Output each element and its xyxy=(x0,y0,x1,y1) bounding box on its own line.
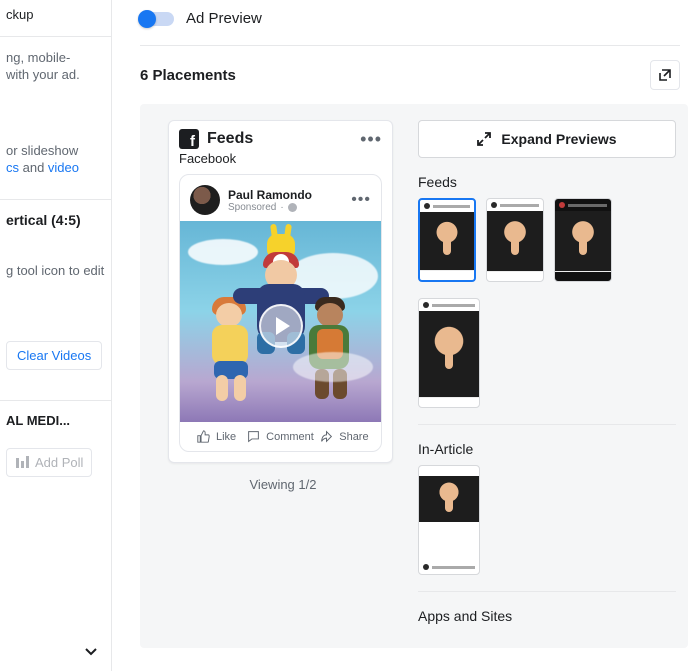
section-apps-label: Apps and Sites xyxy=(418,608,676,624)
ad-preview-toggle[interactable] xyxy=(140,12,174,26)
share-button[interactable]: Share xyxy=(314,430,375,443)
post-frame: Paul Ramondo Sponsored · ••• xyxy=(179,174,382,452)
play-icon[interactable] xyxy=(259,304,303,348)
globe-icon xyxy=(288,203,297,212)
placement-thumb[interactable] xyxy=(554,198,612,282)
ratio-heading: ertical (4:5) xyxy=(0,212,111,228)
placement-thumb[interactable] xyxy=(418,198,476,282)
feeds-thumbs xyxy=(418,198,676,408)
link-cs[interactable]: cs xyxy=(6,160,19,175)
placements-header: 6 Placements xyxy=(140,46,688,104)
clear-videos-button[interactable]: Clear Videos xyxy=(6,341,102,370)
poster-name: Paul Ramondo xyxy=(228,188,312,202)
section-inarticle-label: In-Article xyxy=(418,441,676,457)
facebook-icon xyxy=(179,129,199,149)
main-area: Ad Preview 6 Placements Feeds ••• Facebo… xyxy=(112,0,700,671)
inarticle-thumbs xyxy=(418,465,676,575)
card-menu-button[interactable]: ••• xyxy=(360,130,382,148)
phone-preview-column: Feeds ••• Facebook Paul Ramondo Sponsore… xyxy=(168,120,398,632)
left-sidebar-partial: ckup ng, mobile- with your ad. or slides… xyxy=(0,0,112,671)
like-icon xyxy=(197,430,210,443)
expand-previews-button[interactable]: Expand Previews xyxy=(418,120,676,158)
post-actions: Like Comment Share xyxy=(180,422,381,451)
poster-avatar xyxy=(190,185,220,215)
external-link-icon xyxy=(658,68,672,82)
placement-thumb[interactable] xyxy=(418,465,480,575)
placements-title: 6 Placements xyxy=(140,67,236,84)
expand-icon xyxy=(477,132,491,146)
feeds-title: Feeds xyxy=(207,130,253,148)
ad-preview-row: Ad Preview xyxy=(140,0,688,45)
caret-down-icon[interactable] xyxy=(85,646,97,661)
left-helper-1: ng, mobile- with your ad. xyxy=(0,49,111,84)
link-video[interactable]: video xyxy=(48,160,79,175)
add-poll-label: Add Poll xyxy=(35,455,83,470)
placement-thumb[interactable] xyxy=(486,198,544,282)
comment-button[interactable]: Comment xyxy=(247,430,314,443)
open-external-button[interactable] xyxy=(650,60,680,90)
viewing-indicator: Viewing 1/2 xyxy=(168,477,398,492)
placement-thumb[interactable] xyxy=(418,298,480,408)
edit-helper: g tool icon to edit xyxy=(0,262,111,280)
ad-preview-label: Ad Preview xyxy=(186,10,262,27)
phone-card: Feeds ••• Facebook Paul Ramondo Sponsore… xyxy=(168,120,393,463)
platform-label: Facebook xyxy=(169,151,392,174)
section-feeds-label: Feeds xyxy=(418,174,676,190)
like-button[interactable]: Like xyxy=(186,430,247,443)
post-menu-button[interactable]: ••• xyxy=(351,192,371,208)
media-heading: AL MEDI... xyxy=(0,413,111,428)
comment-icon xyxy=(247,430,260,443)
left-item-tail: ckup xyxy=(0,0,111,24)
placements-right-column: Expand Previews Feeds In-Article Apps an… xyxy=(418,120,676,632)
post-media[interactable] xyxy=(180,221,381,422)
left-helper-2: or slideshow cs and video xyxy=(0,142,111,177)
add-poll-button[interactable]: Add Poll xyxy=(6,448,92,477)
share-icon xyxy=(320,430,333,443)
poll-icon xyxy=(15,456,29,470)
sponsored-label: Sponsored · xyxy=(228,202,312,213)
